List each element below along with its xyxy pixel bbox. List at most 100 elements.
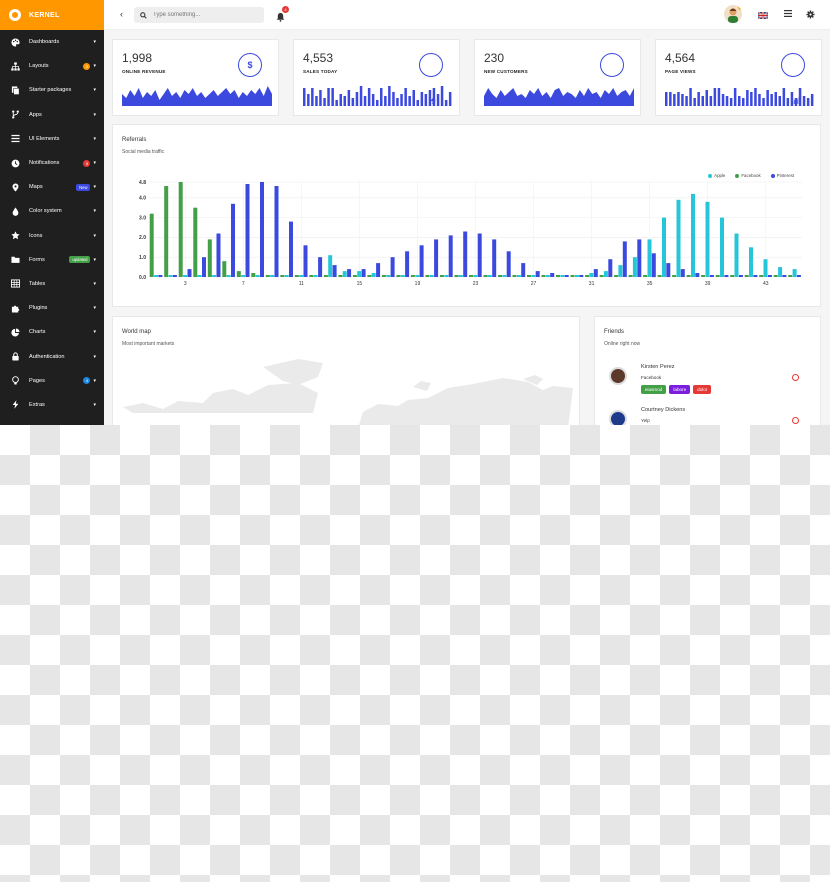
chevron-down-icon: ▾: [93, 377, 96, 384]
bar-facebook: [512, 275, 517, 277]
menu-icon[interactable]: [784, 10, 792, 17]
gear-icon[interactable]: [806, 10, 815, 19]
brand[interactable]: KERNEL: [0, 0, 104, 30]
tag-badge[interactable]: labore: [669, 385, 691, 394]
sidebar-item-pages[interactable]: Pages 4 ▾: [0, 369, 104, 393]
sparkline-bar: [685, 96, 688, 106]
bar-pinterest: [535, 271, 540, 277]
friend-item[interactable]: Kirsten Perez Facebook eiusmod labore dolor: [609, 364, 809, 400]
sparkline-bar: [355, 92, 359, 106]
bar-facebook: [454, 275, 459, 277]
sparkline-bar: [673, 94, 676, 106]
sidebar-item-starter-packages[interactable]: Starter packages ▾: [0, 78, 104, 102]
sidebar-item-tables[interactable]: Tables ▾: [0, 272, 104, 296]
sparkline-bar: [794, 98, 798, 106]
sidebar-item-apps[interactable]: Apps ▾: [0, 103, 104, 127]
chevron-left-icon[interactable]: ‹: [120, 9, 123, 19]
sparkline-bar: [323, 98, 326, 106]
stat-value: 4,553: [303, 51, 334, 65]
sparkline-bar: [770, 94, 773, 106]
stat-label: NEW CUSTOMERS: [484, 69, 528, 74]
sidebar-item-plugins[interactable]: Plugins ▾: [0, 296, 104, 320]
chevron-down-icon: ▾: [93, 87, 96, 94]
sparkline-bar: [689, 88, 692, 106]
stat-card-sales-today[interactable]: 4,553 SALES TODAY: [293, 39, 460, 116]
stat-card-new-customers[interactable]: 230 NEW CUSTOMERS: [474, 39, 641, 116]
bar-pinterest: [405, 251, 410, 277]
bar-apple: [502, 275, 507, 277]
sparkline-bar: [339, 94, 342, 106]
friend-action-icon[interactable]: [792, 374, 799, 381]
friend-item[interactable]: Courtney Dickens Yelp: [609, 407, 809, 425]
sparkline-bar: [733, 88, 737, 106]
sidebar-item-maps[interactable]: Maps New ▾: [0, 175, 104, 199]
puzzle-icon: [10, 303, 20, 313]
table-icon: [10, 279, 20, 289]
sparkline-bar: [738, 96, 741, 106]
friend-action-icon[interactable]: [792, 417, 799, 424]
user-avatar[interactable]: [724, 5, 742, 23]
sidebar-item-dashboards[interactable]: Dashboards ▾: [0, 30, 104, 54]
chevron-down-icon: ▾: [93, 135, 96, 142]
bar-pinterest: [202, 257, 206, 277]
bar-pinterest: [550, 273, 555, 277]
uk-flag-icon[interactable]: [758, 12, 768, 19]
sparkline-bar: [802, 96, 806, 106]
stat-sparkline: [122, 86, 272, 106]
sitemap-icon: [10, 61, 20, 71]
stat-sparkline: [665, 88, 814, 106]
bar-facebook: [759, 275, 764, 277]
folder-icon: [10, 255, 20, 265]
x-tick-label: 35: [647, 281, 653, 287]
friend-name: Kirsten Perez: [641, 364, 675, 370]
sidebar-item-icons[interactable]: Icons ▾: [0, 224, 104, 248]
bar-pinterest: [260, 182, 264, 277]
sidebar-item-notifications[interactable]: Notifications 5 ▾: [0, 151, 104, 175]
bar-facebook: [352, 275, 357, 277]
search-input[interactable]: [153, 12, 253, 18]
stat-card-page-views[interactable]: 4,564 PAGE VIEWS: [655, 39, 822, 116]
sidebar-item-color-system[interactable]: Color system ▾: [0, 199, 104, 223]
sidebar-item-layouts[interactable]: Layouts 3 ▾: [0, 54, 104, 78]
tag-badge[interactable]: eiusmod: [641, 385, 667, 394]
sidebar-item-ui-elements[interactable]: UI Elements ▾: [0, 127, 104, 151]
stat-card-online-revenue[interactable]: 1,998 ONLINE REVENUE $: [112, 39, 279, 116]
branch-icon: [10, 110, 20, 120]
bar-facebook: [585, 275, 590, 277]
world-map[interactable]: [113, 317, 581, 425]
bar-apple: [516, 275, 521, 277]
bar-pinterest: [782, 275, 787, 277]
sparkline-bar: [311, 88, 314, 106]
sparkline-bar: [729, 98, 733, 106]
sidebar-item-label: Plugins: [29, 305, 48, 312]
sparkline-bar: [363, 96, 367, 106]
sidebar-item-forms[interactable]: Forms updated ▾: [0, 248, 104, 272]
sparkline-bar: [347, 90, 351, 106]
bar-pinterest: [695, 273, 700, 277]
bar-apple: [632, 257, 637, 277]
y-tick-label: 4.8: [139, 180, 146, 186]
brand-name: KERNEL: [29, 11, 60, 19]
sparkline-bar: [746, 90, 749, 106]
logo-icon: [9, 9, 21, 21]
sidebar-item-label: Pages: [29, 377, 45, 384]
bar-pinterest: [796, 275, 801, 277]
notification-button[interactable]: 4: [276, 6, 289, 22]
sidebar-item-extras[interactable]: Extras ▾: [0, 393, 104, 417]
bar-apple: [400, 275, 405, 277]
sidebar-badge: 3: [83, 62, 91, 70]
bar-pinterest: [724, 275, 729, 277]
copy-icon: [10, 85, 20, 95]
bar-facebook: [236, 271, 241, 277]
tag-badge[interactable]: dolor: [693, 385, 712, 394]
sidebar-item-authentication[interactable]: Authentication ▾: [0, 344, 104, 368]
notification-badge: 4: [282, 6, 289, 13]
clock-icon: [10, 158, 20, 168]
lock-icon: [10, 352, 20, 362]
chevron-down-icon: ▾: [93, 401, 96, 408]
bar-pinterest: [753, 275, 758, 277]
search-box[interactable]: [134, 7, 264, 23]
bar-apple: [705, 201, 710, 277]
sidebar-item-charts[interactable]: Charts ▾: [0, 320, 104, 344]
sparkline-bar: [436, 94, 440, 106]
